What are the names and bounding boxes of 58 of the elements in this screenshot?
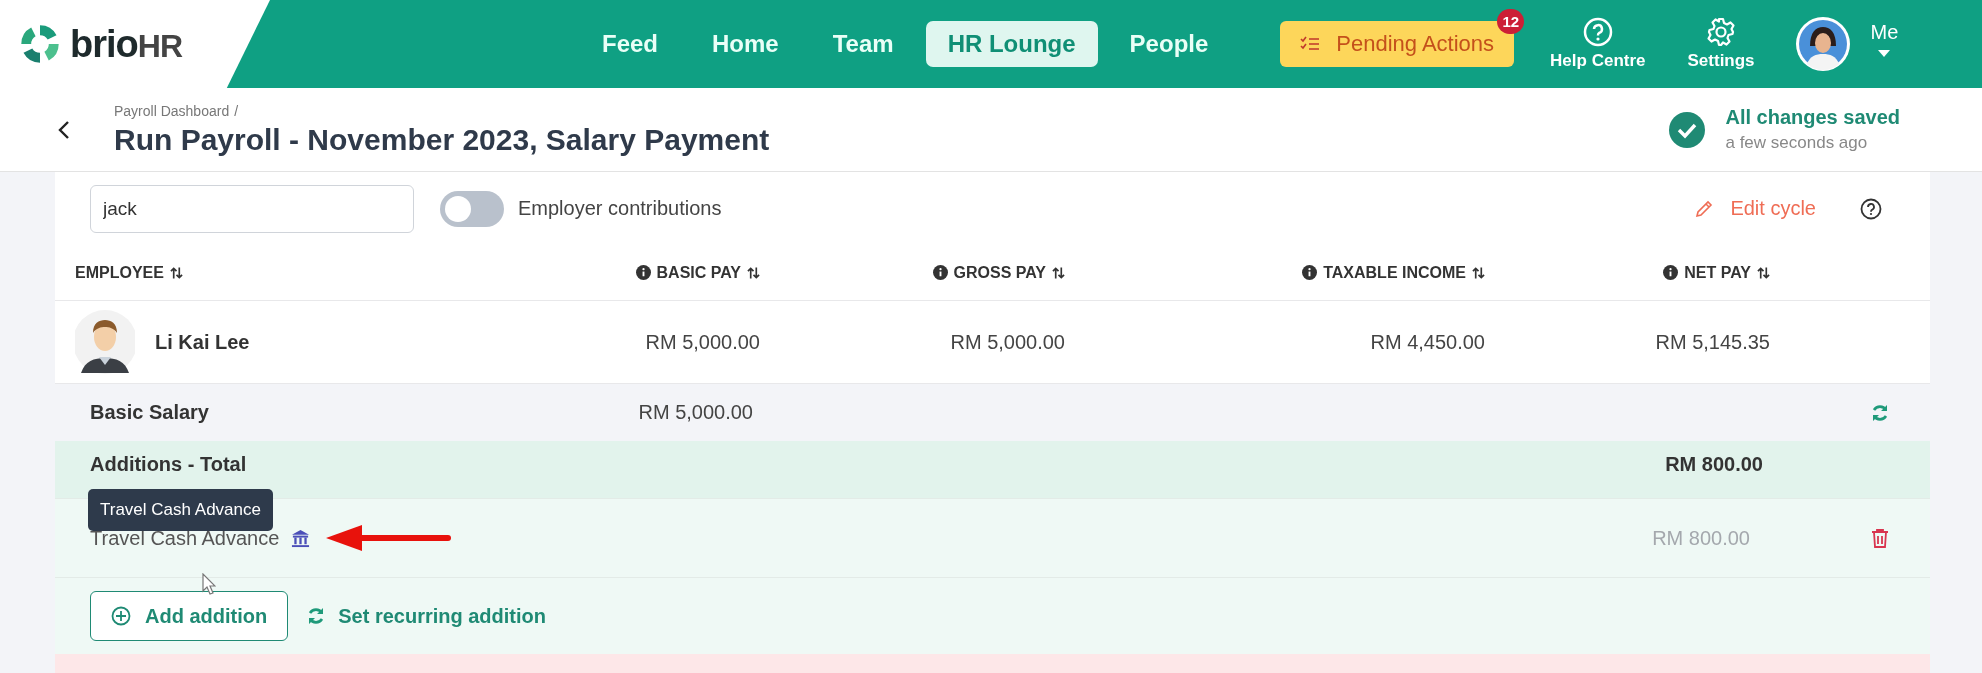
settings-icon xyxy=(1706,17,1737,47)
person-avatar xyxy=(75,307,135,377)
toggle-label: Employer contributions xyxy=(518,197,722,220)
row-label: Additions - Total xyxy=(90,453,248,476)
logo-icon xyxy=(18,22,62,66)
row-label: Basic Salary xyxy=(90,401,210,424)
help-icon xyxy=(1582,17,1613,47)
help-button[interactable]: Help Centre xyxy=(1544,16,1652,72)
save-status: All changes saved xyxy=(1725,106,1900,129)
page-title: Run Payroll - November 2023, Salary Payment xyxy=(114,122,770,157)
table-cell-text: RM 5,000.00 xyxy=(637,401,754,424)
bank-icon[interactable] xyxy=(291,528,311,548)
toggle-switch[interactable] xyxy=(440,190,504,227)
mouse-cursor-icon xyxy=(202,573,216,595)
nav-tab[interactable]: Home xyxy=(690,21,801,67)
nav-tab[interactable]: HR Lounge xyxy=(925,21,1098,67)
column-header[interactable]: GROSS PAY xyxy=(953,263,1046,282)
breadcrumb-separator: / xyxy=(234,102,239,119)
column-header[interactable]: BASIC PAY xyxy=(656,263,741,282)
user-avatar[interactable] xyxy=(1794,16,1851,72)
plus-circle-icon xyxy=(111,606,131,626)
tooltip: Travel Cash Advance xyxy=(88,489,273,531)
search-field[interactable]: jack xyxy=(90,184,414,233)
table-cell-text: RM 800.00 xyxy=(1651,526,1751,550)
settings-button[interactable]: Settings xyxy=(1681,16,1761,72)
recurring-addition-link[interactable]: Set recurring addition xyxy=(300,603,552,629)
count-badge: 12 xyxy=(1497,9,1525,34)
sort-icon[interactable] xyxy=(1052,265,1065,280)
column-header[interactable]: EMPLOYEE xyxy=(75,263,164,282)
help-icon[interactable] xyxy=(1860,197,1882,220)
save-time: a few seconds ago xyxy=(1725,133,1869,153)
sort-icon[interactable] xyxy=(1472,265,1485,280)
nav-tab[interactable]: People xyxy=(1107,21,1231,67)
breadcrumb-link[interactable]: Payroll Dashboard xyxy=(114,102,230,119)
sort-icon[interactable] xyxy=(747,265,760,280)
back-icon[interactable] xyxy=(58,119,70,140)
table-cell-text: RM 5,145.35 xyxy=(1654,330,1770,354)
table-cell-text: RM 5,000.00 xyxy=(644,330,760,354)
checklist-icon xyxy=(1300,36,1321,52)
column-header[interactable]: TAXABLE INCOME xyxy=(1323,263,1466,282)
edit-cycle-button[interactable]: Edit cycle xyxy=(1688,196,1822,221)
nav-tab[interactable]: Team xyxy=(810,21,916,67)
user-name[interactable]: Me xyxy=(1870,20,1899,44)
table-cell-text: RM 5,000.00 xyxy=(949,330,1065,354)
caret-icon[interactable] xyxy=(1878,49,1891,58)
table-cell-text: RM 800.00 xyxy=(1664,453,1764,476)
employee-name[interactable]: Li Kai Lee xyxy=(155,330,250,354)
check-icon xyxy=(1669,111,1706,148)
delete-icon[interactable] xyxy=(1871,528,1889,548)
brand-name: brioHR xyxy=(70,22,182,66)
sort-icon[interactable] xyxy=(1757,265,1770,280)
pencil-icon xyxy=(1694,198,1715,219)
column-header[interactable]: NET PAY xyxy=(1684,263,1751,282)
add-addition-button[interactable]: Add addition xyxy=(90,591,289,641)
refresh-icon[interactable] xyxy=(1870,402,1890,423)
sort-icon[interactable] xyxy=(169,265,183,280)
nav-tab[interactable]: Feed xyxy=(580,21,680,67)
table-cell-text: RM 4,450.00 xyxy=(1369,330,1485,354)
